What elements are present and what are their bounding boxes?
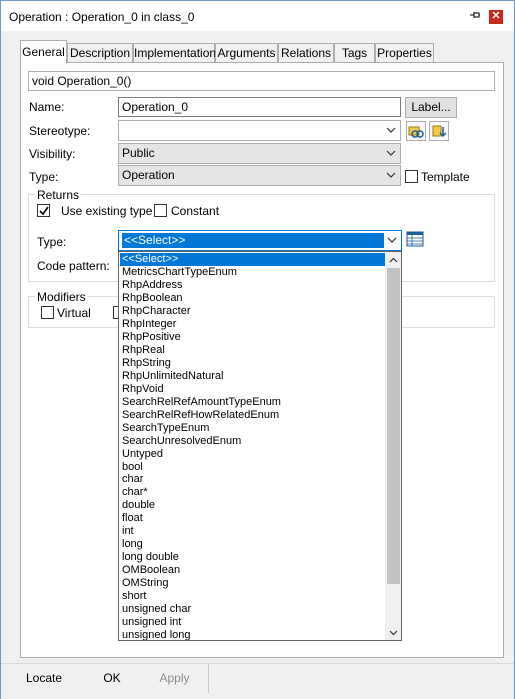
window-title: Operation : Operation_0 in class_0 bbox=[9, 10, 195, 24]
use-existing-type-label: Use existing type bbox=[61, 204, 153, 218]
tab-implementation[interactable]: Implementation bbox=[133, 43, 216, 63]
dropdown-option[interactable]: float bbox=[122, 512, 143, 525]
dropdown-option[interactable]: OMBoolean bbox=[122, 564, 180, 577]
button-bar bbox=[1, 663, 514, 699]
chevron-down-icon bbox=[386, 150, 396, 156]
dropdown-scrollbar[interactable] bbox=[385, 252, 401, 640]
browse-stereotype-icon[interactable] bbox=[406, 121, 426, 141]
dropdown-option[interactable]: RhpBoolean bbox=[122, 292, 183, 305]
tab-relations[interactable]: Relations bbox=[278, 43, 334, 63]
dropdown-option[interactable]: SearchRelRefAmountTypeEnum bbox=[122, 396, 281, 409]
visibility-label: Visibility: bbox=[29, 147, 76, 161]
table-icon[interactable] bbox=[406, 230, 426, 250]
tab-general[interactable]: General bbox=[20, 40, 67, 64]
dropdown-option[interactable]: SearchUnresolvedEnum bbox=[122, 435, 241, 448]
return-type-dropdown-list[interactable]: <<Select>> MetricsChartTypeEnum RhpAddress… bbox=[118, 251, 402, 641]
locate-button[interactable]: Locate bbox=[15, 664, 73, 693]
modifiers-group-label: Modifiers bbox=[35, 290, 88, 304]
dropdown-option[interactable]: double bbox=[122, 499, 155, 512]
dropdown-option[interactable]: RhpUnlimitedNatural bbox=[122, 370, 224, 383]
tab-arguments[interactable]: Arguments bbox=[215, 43, 278, 63]
dropdown-option[interactable]: SearchRelRefHowRelatedEnum bbox=[122, 409, 279, 422]
chevron-down-icon bbox=[386, 127, 396, 133]
dropdown-option[interactable]: unsigned int bbox=[122, 616, 181, 629]
template-checkbox[interactable] bbox=[405, 170, 418, 183]
dropdown-option[interactable]: unsigned char bbox=[122, 603, 191, 616]
virtual-label: Virtual bbox=[57, 306, 91, 320]
ok-button[interactable]: OK bbox=[87, 664, 137, 693]
dropdown-option[interactable]: bool bbox=[122, 461, 143, 474]
dropdown-option[interactable]: int bbox=[122, 525, 134, 538]
dropdown-option[interactable]: char bbox=[122, 473, 143, 486]
dropdown-option[interactable]: RhpReal bbox=[122, 344, 165, 357]
apply-button[interactable]: Apply bbox=[141, 664, 209, 693]
chevron-up-icon[interactable] bbox=[389, 257, 398, 263]
pin-icon[interactable] bbox=[469, 9, 481, 21]
returns-group-label: Returns bbox=[35, 188, 82, 202]
operation-type-select[interactable]: Operation bbox=[118, 165, 401, 186]
dropdown-option[interactable]: RhpPositive bbox=[122, 331, 181, 344]
chevron-down-icon bbox=[387, 237, 397, 243]
dropdown-option[interactable]: long double bbox=[122, 551, 179, 564]
stereotype-select[interactable] bbox=[118, 120, 401, 141]
use-existing-type-checkbox[interactable] bbox=[37, 204, 50, 217]
tab-properties[interactable]: Properties bbox=[375, 43, 434, 63]
chevron-down-icon bbox=[386, 172, 396, 178]
chevron-down-icon[interactable] bbox=[389, 630, 398, 636]
dropdown-option[interactable]: RhpVoid bbox=[122, 383, 164, 396]
dropdown-option[interactable]: unsigned long bbox=[122, 629, 191, 640]
constant-label: Constant bbox=[171, 204, 220, 218]
dropdown-option[interactable]: short bbox=[122, 590, 146, 603]
dropdown-option[interactable]: <<Select>> bbox=[120, 253, 385, 266]
visibility-select[interactable]: Public bbox=[118, 143, 401, 164]
name-field[interactable]: Operation_0 bbox=[118, 97, 401, 117]
label-button[interactable]: Label... bbox=[405, 97, 457, 118]
dropdown-option[interactable]: char* bbox=[122, 486, 148, 499]
dropdown-option[interactable]: RhpAddress bbox=[122, 279, 183, 292]
constant-checkbox[interactable] bbox=[154, 204, 167, 217]
tab-description[interactable]: Description bbox=[67, 43, 133, 63]
dropdown-option[interactable]: RhpCharacter bbox=[122, 305, 190, 318]
dropdown-option[interactable]: MetricsChartTypeEnum bbox=[122, 266, 237, 279]
scrollbar-thumb[interactable] bbox=[387, 268, 400, 584]
virtual-checkbox[interactable] bbox=[41, 306, 54, 319]
return-type-select[interactable]: <<Select>> bbox=[118, 230, 402, 251]
tab-tags[interactable]: Tags bbox=[334, 43, 375, 63]
dropdown-option[interactable]: OMString bbox=[122, 577, 168, 590]
visibility-value: Public bbox=[122, 146, 155, 160]
operation-dialog: Operation : Operation_0 in class_0 ✕ Gen… bbox=[0, 0, 515, 699]
return-type-label: Type: bbox=[37, 235, 67, 249]
type-label: Type: bbox=[29, 170, 59, 184]
operation-type-value: Operation bbox=[122, 168, 175, 182]
dropdown-option[interactable]: SearchTypeEnum bbox=[122, 422, 209, 435]
dropdown-option[interactable]: RhpString bbox=[122, 357, 171, 370]
code-pattern-label: Code pattern: bbox=[37, 259, 110, 273]
close-button[interactable]: ✕ bbox=[489, 10, 503, 24]
new-stereotype-icon[interactable] bbox=[429, 121, 449, 141]
dropdown-option[interactable]: RhpInteger bbox=[122, 318, 176, 331]
stereotype-label: Stereotype: bbox=[29, 124, 91, 138]
dropdown-option[interactable]: long bbox=[122, 538, 143, 551]
checkmark-icon bbox=[39, 206, 49, 216]
template-label: Template bbox=[421, 170, 470, 184]
name-label: Name: bbox=[29, 100, 65, 114]
title-bar: Operation : Operation_0 in class_0 ✕ bbox=[1, 1, 514, 31]
dropdown-option[interactable]: Untyped bbox=[122, 448, 163, 461]
return-type-value: <<Select>> bbox=[122, 233, 384, 248]
signature-field[interactable]: void Operation_0() bbox=[28, 71, 495, 91]
